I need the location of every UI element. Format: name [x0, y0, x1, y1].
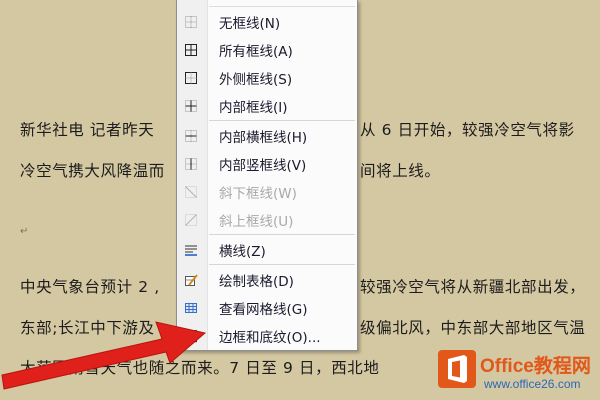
watermark-title: Office教程网 [480, 356, 591, 377]
office-logo-icon [438, 350, 476, 388]
red-arrow-annotation [1, 321, 207, 390]
watermark-url: www.office26.com [484, 377, 581, 391]
